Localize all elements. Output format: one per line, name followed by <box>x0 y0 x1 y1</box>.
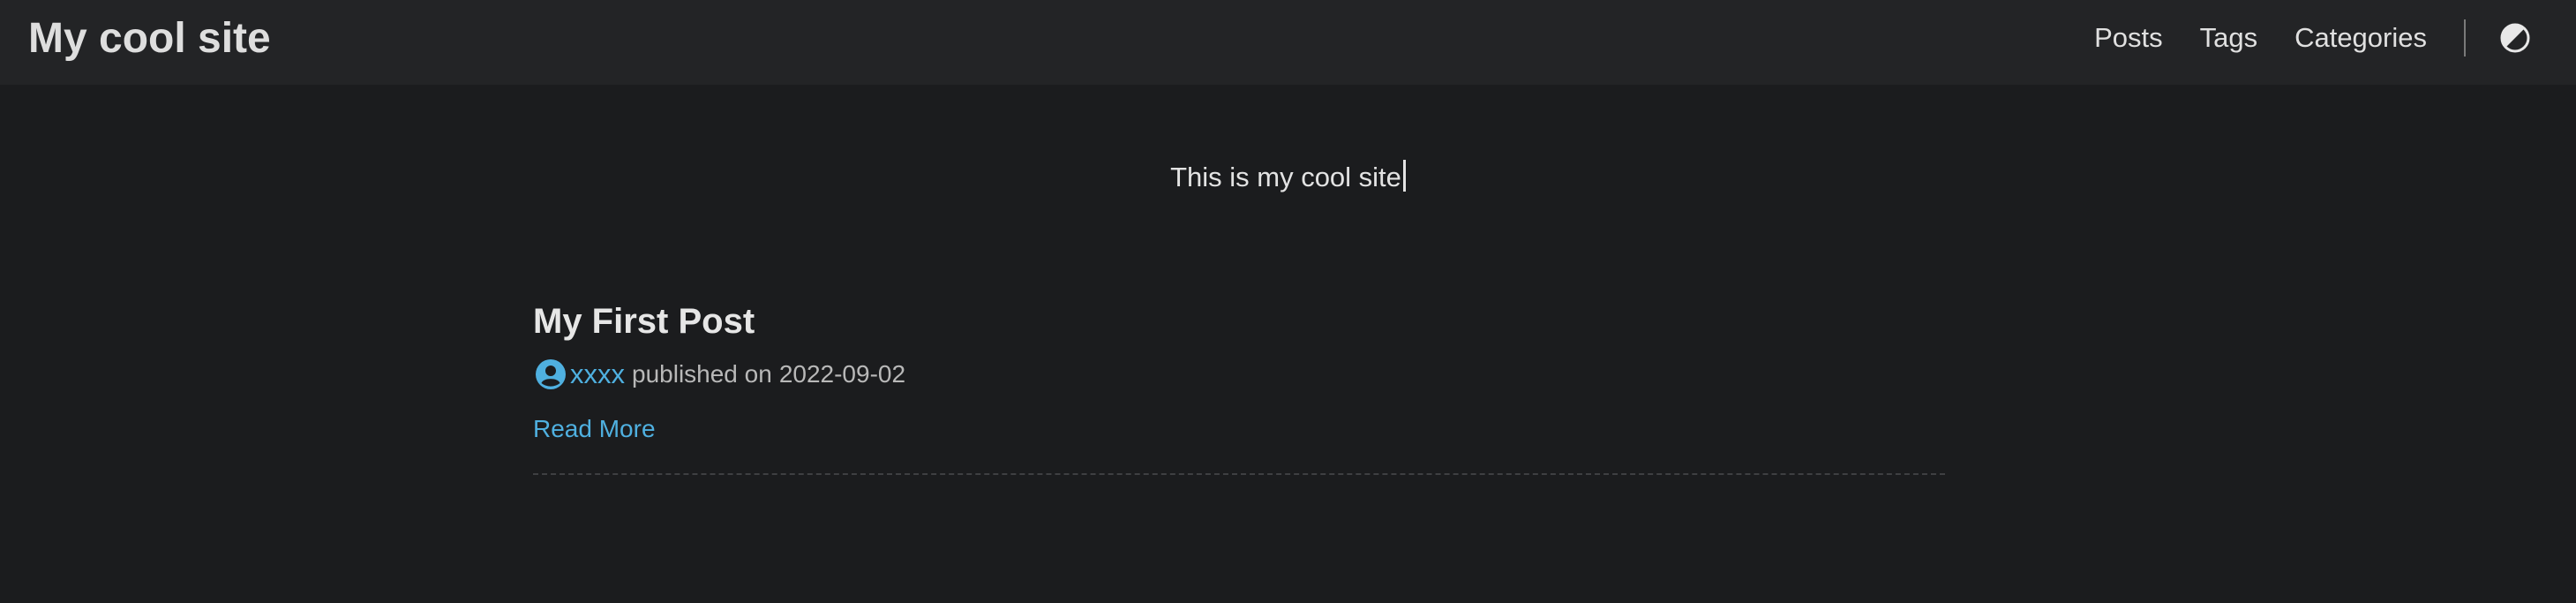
post-meta: xxxx published on 2022-09-02 <box>533 357 1945 392</box>
tagline-text: This is my cool site <box>1170 162 1401 192</box>
post-entry: My First Post xxxx published on 2022-09-… <box>533 297 1945 475</box>
theme-toggle-button[interactable] <box>2497 20 2533 56</box>
published-label: published on <box>632 360 772 388</box>
typing-cursor <box>1402 160 1406 192</box>
site-tagline: This is my cool site <box>0 159 2576 196</box>
post-title-link[interactable]: My First Post <box>533 297 1945 346</box>
nav-categories-link[interactable]: Categories <box>2294 22 2427 54</box>
main-nav: Posts Tags Categories <box>2094 0 2576 76</box>
nav-tags-link[interactable]: Tags <box>2200 22 2257 54</box>
nav-posts-link[interactable]: Posts <box>2094 22 2163 54</box>
site-title-link[interactable]: My cool site <box>28 11 271 67</box>
top-navbar: My cool site Posts Tags Categories <box>0 0 2576 85</box>
author-link[interactable]: xxxx <box>570 357 625 392</box>
nav-divider <box>2464 19 2466 57</box>
user-circle-icon <box>536 359 566 389</box>
contrast-icon <box>2500 23 2530 53</box>
post-date: 2022-09-02 <box>778 360 906 388</box>
post-divider <box>533 473 1945 475</box>
read-more-link[interactable]: Read More <box>533 411 656 447</box>
